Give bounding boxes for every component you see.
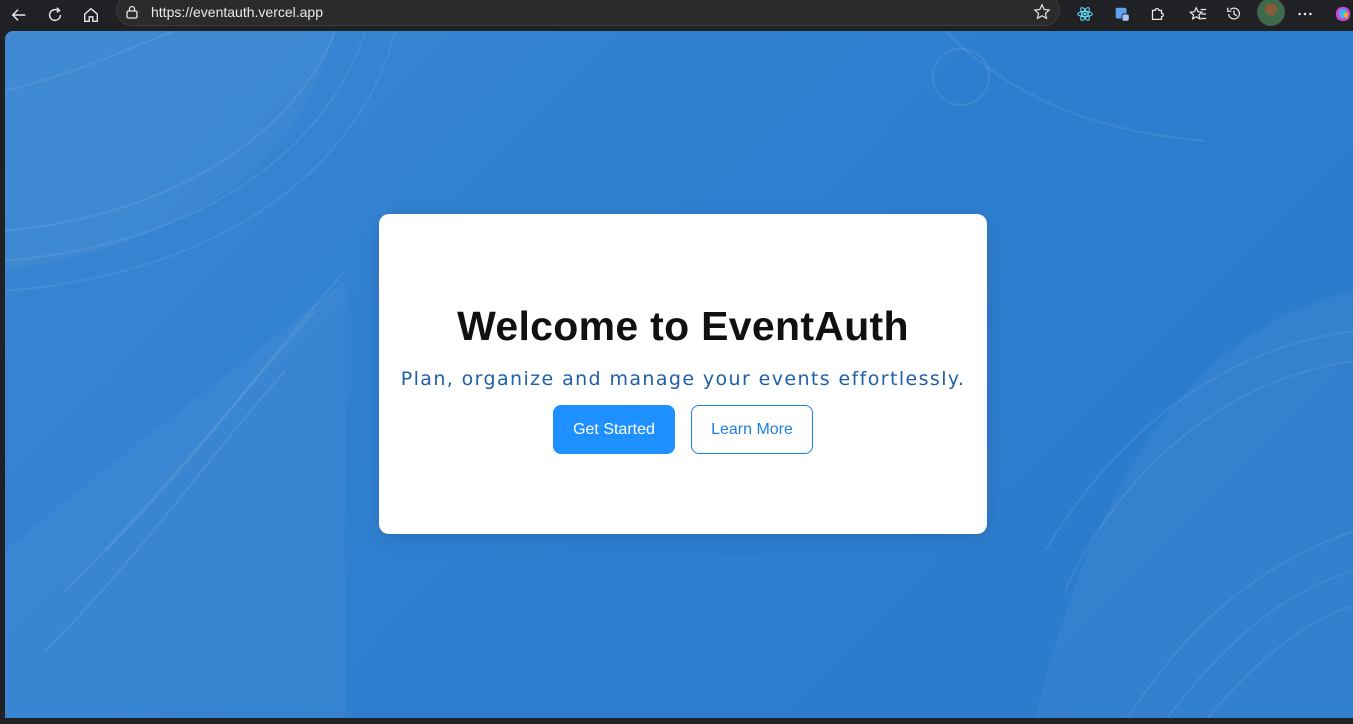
learn-more-button[interactable]: Learn More bbox=[691, 405, 813, 454]
favorites-icon[interactable] bbox=[1185, 1, 1211, 27]
window-bottom-edge bbox=[0, 718, 1353, 724]
get-started-button[interactable]: Get Started bbox=[553, 405, 675, 454]
page-title: Welcome to EventAuth bbox=[457, 303, 909, 349]
more-icon[interactable] bbox=[1292, 1, 1318, 27]
page-subtitle: Plan, organize and manage your events ef… bbox=[400, 368, 966, 390]
profile-avatar[interactable] bbox=[1257, 0, 1285, 26]
url-text[interactable]: https://eventauth.vercel.app bbox=[151, 4, 323, 20]
extension-icon[interactable] bbox=[1109, 1, 1135, 27]
copilot-icon[interactable] bbox=[1330, 1, 1353, 27]
puzzle-icon[interactable] bbox=[1144, 1, 1170, 27]
star-icon[interactable] bbox=[1033, 3, 1051, 21]
refresh-icon[interactable] bbox=[42, 2, 68, 28]
lock-icon[interactable] bbox=[125, 5, 139, 19]
page-viewport: Welcome to EventAuth Plan, organize and … bbox=[5, 31, 1353, 718]
browser-toolbar: https://eventauth.vercel.app bbox=[0, 0, 1353, 30]
back-icon[interactable] bbox=[6, 2, 32, 28]
home-icon[interactable] bbox=[78, 2, 104, 28]
react-devtools-icon[interactable] bbox=[1072, 1, 1098, 27]
welcome-card: Welcome to EventAuth Plan, organize and … bbox=[379, 214, 987, 534]
address-bar[interactable]: https://eventauth.vercel.app bbox=[116, 0, 1060, 26]
history-icon[interactable] bbox=[1221, 1, 1247, 27]
